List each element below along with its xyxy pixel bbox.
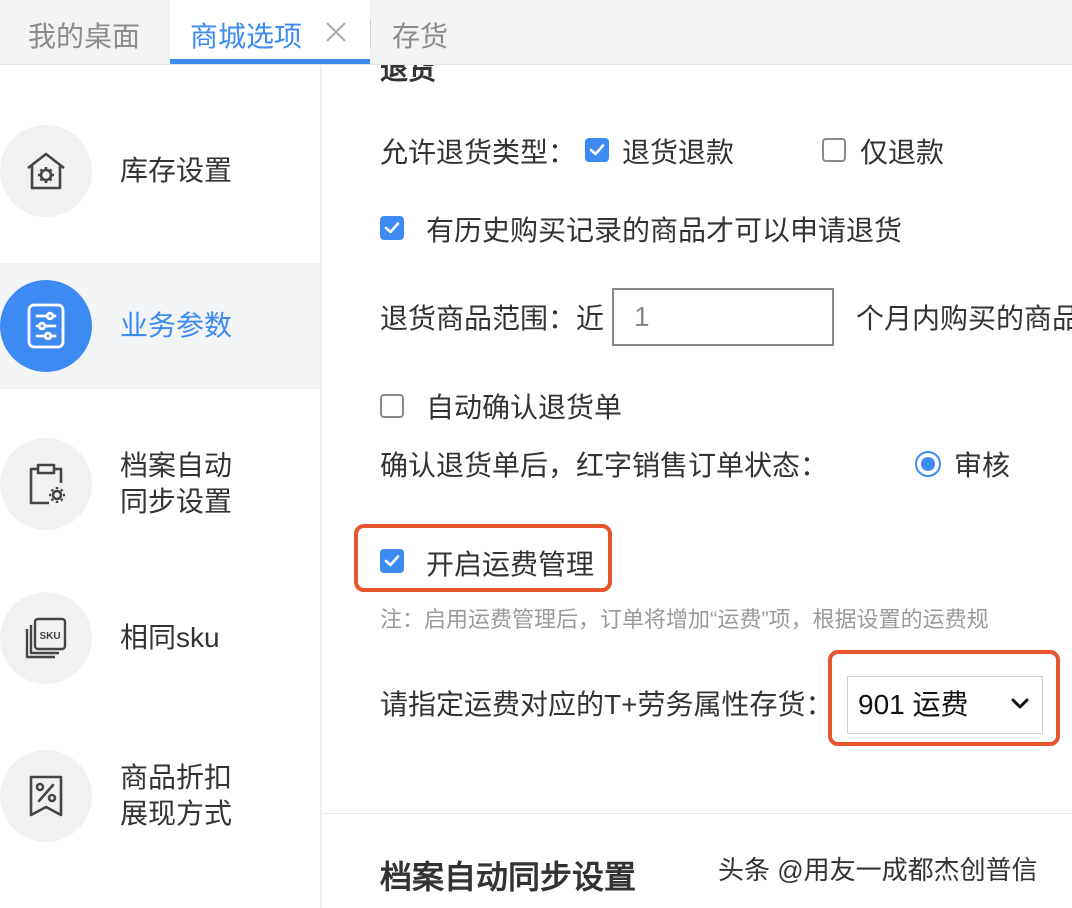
sidebar-item-label: 库存设置 <box>120 155 233 186</box>
sidebar-item-business-params[interactable]: 业务参数 <box>0 263 320 389</box>
warehouse-gear-icon <box>0 125 92 217</box>
history-purchase-label: 有历史购买记录的商品才可以申请退货 <box>426 215 903 246</box>
allow-return-types-label: 允许退货类型： <box>380 137 577 168</box>
sidebar-item-label: 相同sku <box>120 622 220 653</box>
freight-item-label: 请指定运费对应的T+劳务属性存货： <box>380 689 834 720</box>
tab-bar: 我的桌面 商城选项 存货 <box>0 0 1072 65</box>
return-refund-checkbox[interactable] <box>585 138 609 162</box>
discount-tag-icon <box>0 750 92 842</box>
return-refund-label: 退货退款 <box>622 137 735 168</box>
svg-text:SKU: SKU <box>39 631 60 642</box>
audit-radio-label: 审核 <box>954 450 1011 481</box>
section-divider <box>322 813 1072 814</box>
watermark: 头条 @用友一成都杰创普信 <box>718 855 1038 885</box>
refund-only-checkbox[interactable] <box>822 138 846 162</box>
sidebar-item-discount-display[interactable]: 商品折扣 展现方式 <box>0 750 320 842</box>
enable-freight-label: 开启运费管理 <box>426 549 595 580</box>
sidebar-item-archive-sync[interactable]: 档案自动 同步设置 <box>0 438 320 530</box>
sidebar: 库存设置 业务参数 档案自动 同步设置 SKU 相同sku 商品折扣 展现方式 <box>0 65 322 908</box>
auto-confirm-label: 自动确认退货单 <box>426 392 623 423</box>
return-range-months-input[interactable]: 1 <box>612 288 834 346</box>
freight-note: 注：启用运费管理后，订单将增加“运费”项，根据设置的运费规 <box>380 607 989 632</box>
section-title-returns: 退货 <box>380 65 437 85</box>
tab-my-desktop[interactable]: 我的桌面 <box>28 0 140 64</box>
sidebar-item-label: 业务参数 <box>120 310 233 341</box>
sidebar-item-same-sku[interactable]: SKU 相同sku <box>0 592 320 684</box>
return-range-label: 退货商品范围：近 <box>380 303 605 334</box>
sku-stack-icon: SKU <box>0 592 92 684</box>
freight-item-select-value: 901 运费 <box>858 689 969 720</box>
sliders-document-icon <box>0 280 92 372</box>
enable-freight-checkbox[interactable] <box>380 549 404 573</box>
clipboard-gear-icon <box>0 438 92 530</box>
history-purchase-checkbox[interactable] <box>380 216 404 240</box>
settings-panel: 退货 允许退货类型： 退货退款 仅退款 有历史购买记录的商品才可以申请退货 退货… <box>322 65 1072 908</box>
sidebar-item-inventory-settings[interactable]: 库存设置 <box>0 125 320 217</box>
close-icon[interactable] <box>322 18 350 46</box>
section-title-archive-sync: 档案自动同步设置 <box>380 859 637 895</box>
sidebar-item-label: 档案自动 同步设置 <box>120 450 233 517</box>
return-range-suffix: 个月内购买的商品 <box>856 303 1072 334</box>
after-confirm-label: 确认退货单后，红字销售订单状态： <box>380 450 829 481</box>
active-tab-indicator <box>170 59 370 64</box>
freight-item-select[interactable]: 901 运费 <box>847 676 1043 734</box>
tab-inventory[interactable]: 存货 <box>392 0 448 64</box>
auto-confirm-checkbox[interactable] <box>380 394 404 418</box>
chevron-down-icon <box>1010 697 1030 716</box>
radio-dot <box>921 457 935 471</box>
tab-mall-options-label: 商城选项 <box>190 21 303 52</box>
audit-radio[interactable] <box>915 451 941 477</box>
refund-only-label: 仅退款 <box>860 137 945 168</box>
tab-divider <box>370 20 371 48</box>
sidebar-item-label: 商品折扣 展现方式 <box>120 762 233 829</box>
